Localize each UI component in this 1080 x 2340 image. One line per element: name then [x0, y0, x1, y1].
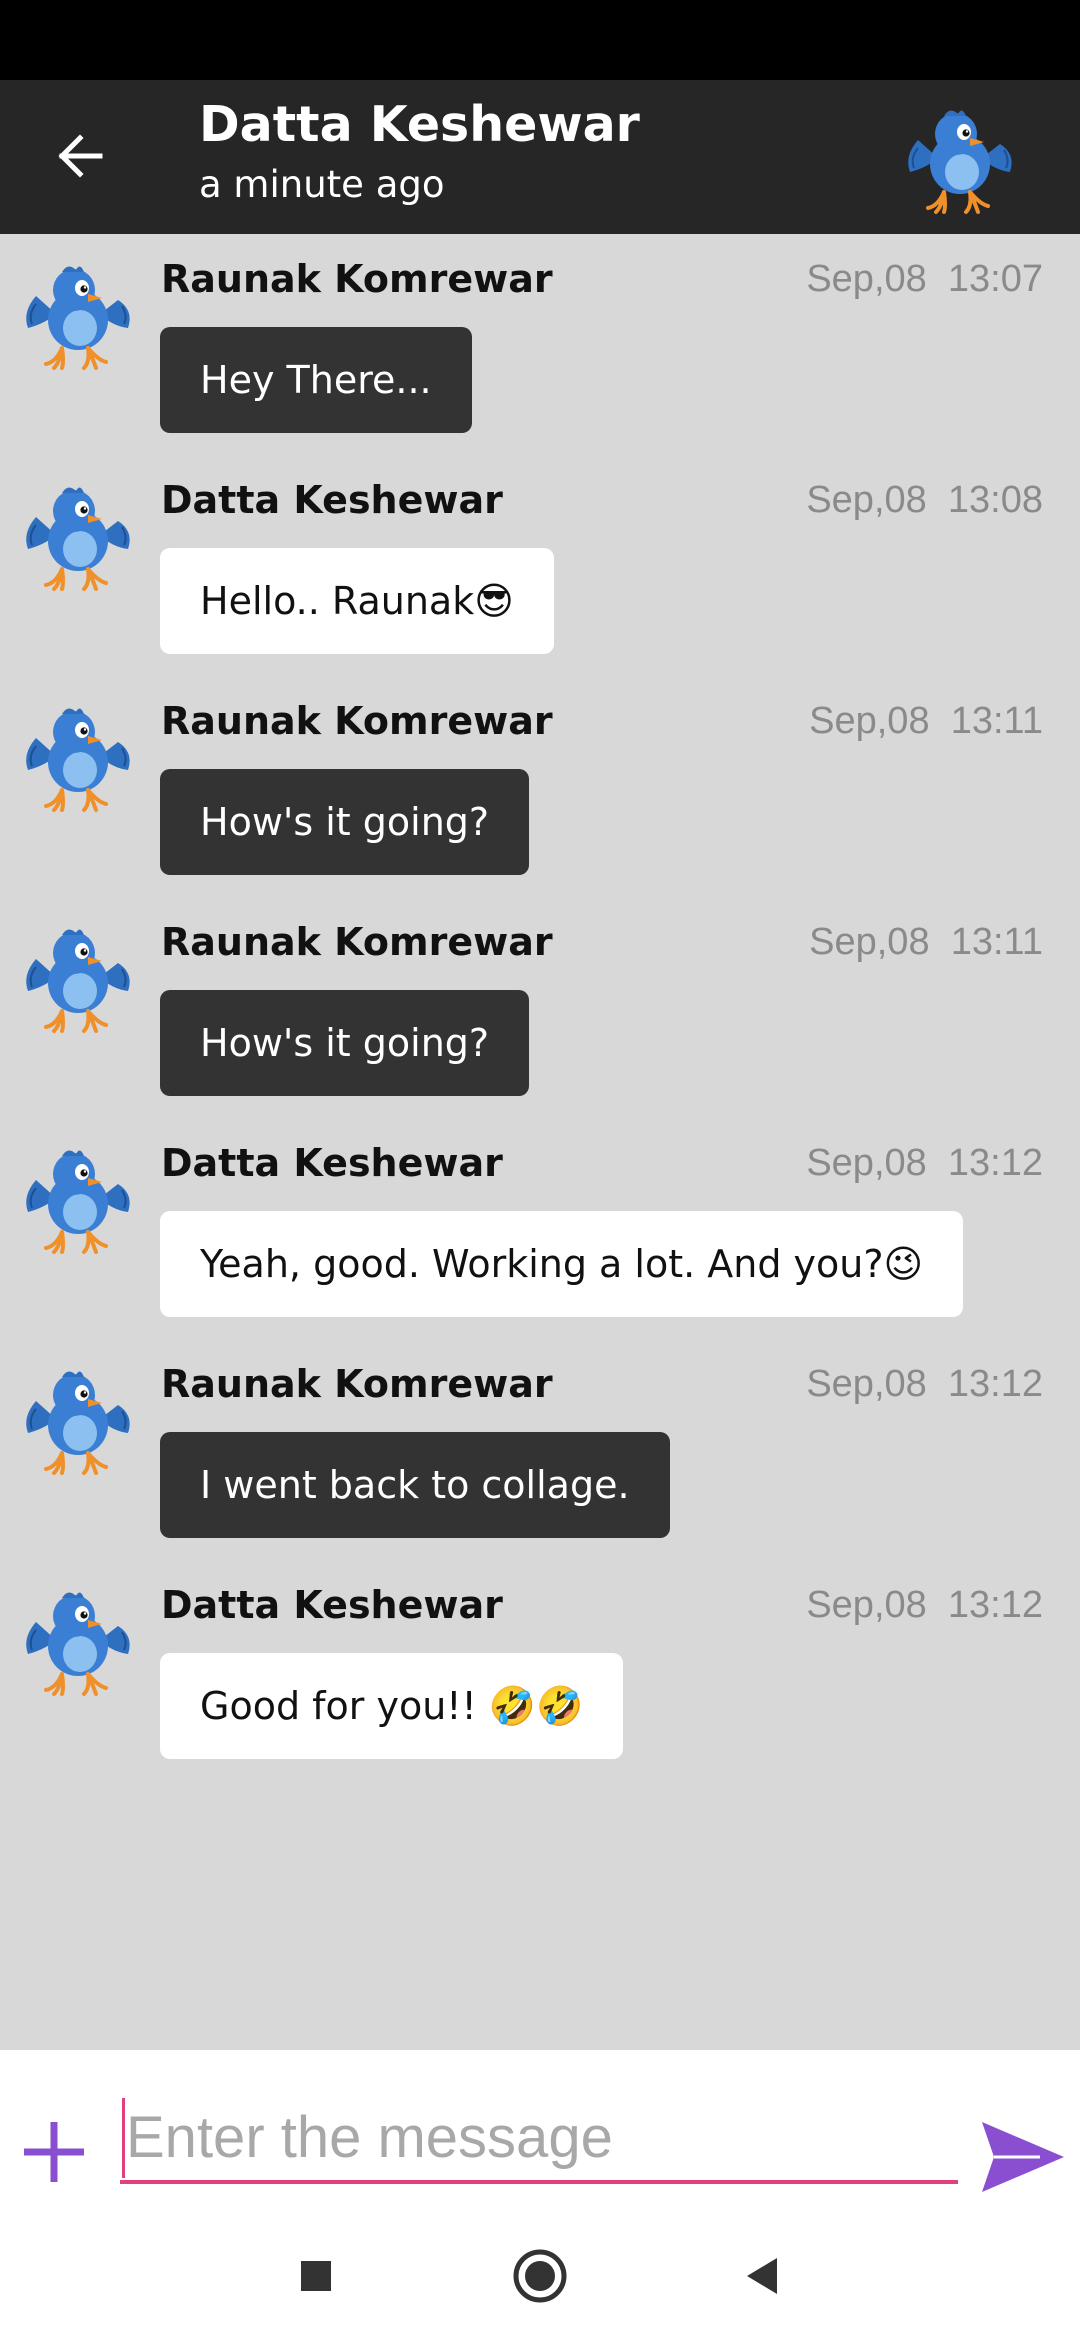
sender-avatar — [18, 1359, 138, 1479]
home-button[interactable] — [508, 2244, 572, 2308]
message-timestamp: Sep,08 13:12 — [806, 1359, 1043, 1409]
sender-name: Datta Keshewar — [161, 1583, 503, 1627]
sender-avatar — [18, 1138, 138, 1258]
message-timestamp: Sep,08 13:07 — [806, 254, 1043, 304]
message-timestamp: Sep,08 13:11 — [809, 696, 1043, 746]
last-seen-status: a minute ago — [199, 163, 445, 206]
back-nav-button[interactable] — [730, 2244, 794, 2308]
message-bubble[interactable]: I went back to collage. — [160, 1432, 670, 1538]
message-time: 13:12 — [947, 1584, 1043, 1626]
message-item: Raunak Komrewar Sep,08 13:11 How's it go… — [0, 676, 1080, 897]
message-bubble[interactable]: Good for you!! 🤣🤣 — [160, 1653, 624, 1759]
status-bar — [0, 0, 1080, 80]
message-date: Sep,08 — [806, 258, 927, 300]
recents-button[interactable] — [284, 2244, 348, 2308]
sender-avatar — [18, 1580, 138, 1700]
message-input[interactable] — [120, 2094, 958, 2184]
message-date: Sep,08 — [806, 479, 927, 521]
message-date: Sep,08 — [809, 700, 930, 742]
message-timestamp: Sep,08 13:12 — [806, 1138, 1043, 1188]
message-bubble[interactable]: How's it going? — [160, 990, 530, 1096]
text-caret — [122, 2098, 125, 2178]
sender-name: Raunak Komrewar — [161, 1362, 553, 1406]
app-bar: Datta Keshewar a minute ago — [0, 80, 1080, 234]
square-icon — [301, 2261, 331, 2291]
message-item: Raunak Komrewar Sep,08 13:11 How's it go… — [0, 897, 1080, 1118]
message-bubble[interactable]: Hey There... — [160, 327, 472, 433]
message-item: Datta Keshewar Sep,08 13:12 Yeah, good. … — [0, 1118, 1080, 1339]
system-navigation-bar — [0, 2210, 1080, 2340]
triangle-back-icon — [747, 2258, 777, 2294]
message-time: 13:11 — [950, 921, 1043, 963]
sender-name: Raunak Komrewar — [161, 699, 553, 743]
message-date: Sep,08 — [806, 1584, 927, 1626]
message-item: Raunak Komrewar Sep,08 13:12 I went back… — [0, 1339, 1080, 1560]
message-timestamp: Sep,08 13:11 — [809, 917, 1043, 967]
back-button[interactable] — [40, 116, 120, 196]
message-composer — [0, 2050, 1080, 2210]
message-date: Sep,08 — [806, 1363, 927, 1405]
message-bubble[interactable]: Yeah, good. Working a lot. And you?😉 — [160, 1211, 964, 1317]
sender-name: Datta Keshewar — [161, 478, 503, 522]
sender-avatar — [18, 917, 138, 1037]
message-bubble[interactable]: Hello.. Raunak😎 — [160, 548, 554, 654]
message-list: Raunak Komrewar Sep,08 13:07 Hey There..… — [0, 234, 1080, 2050]
message-date: Sep,08 — [809, 921, 930, 963]
arrow-back-icon — [58, 134, 103, 178]
send-icon[interactable] — [980, 2120, 1066, 2194]
message-item: Datta Keshewar Sep,08 13:08 Hello.. Raun… — [0, 455, 1080, 676]
message-time: 13:07 — [947, 258, 1043, 300]
message-bubble[interactable]: How's it going? — [160, 769, 530, 875]
sender-avatar — [18, 254, 138, 374]
message-time: 13:11 — [950, 700, 1043, 742]
circle-icon — [513, 2249, 567, 2303]
sender-name: Raunak Komrewar — [161, 257, 553, 301]
message-date: Sep,08 — [806, 1142, 927, 1184]
message-timestamp: Sep,08 13:12 — [806, 1580, 1043, 1630]
message-time: 13:08 — [947, 479, 1043, 521]
message-time: 13:12 — [947, 1363, 1043, 1405]
sender-name: Datta Keshewar — [161, 1141, 503, 1185]
contact-avatar[interactable] — [900, 98, 1020, 218]
message-item: Datta Keshewar Sep,08 13:12 Good for you… — [0, 1560, 1080, 1781]
message-item: Raunak Komrewar Sep,08 13:07 Hey There..… — [0, 234, 1080, 455]
sender-avatar — [18, 696, 138, 816]
message-time: 13:12 — [947, 1142, 1043, 1184]
sender-avatar — [18, 475, 138, 595]
message-timestamp: Sep,08 13:08 — [806, 475, 1043, 525]
sender-name: Raunak Komrewar — [161, 920, 553, 964]
contact-name: Datta Keshewar — [199, 96, 640, 153]
plus-icon[interactable] — [12, 2110, 96, 2194]
